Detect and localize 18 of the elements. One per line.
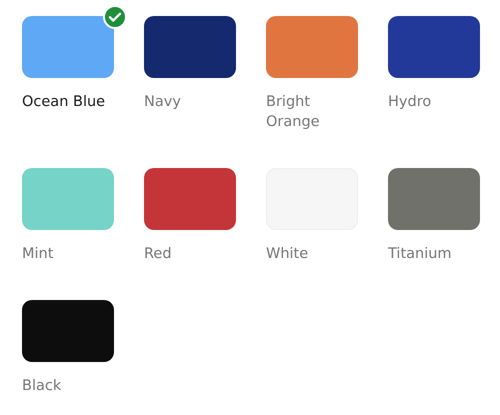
color-label: Black [22,377,62,396]
color-label: Titanium [388,245,453,264]
color-label: Ocean Blue [22,93,106,112]
color-label: Bright Orange [266,93,321,132]
color-swatch[interactable] [388,16,480,78]
color-label: Navy [144,93,182,112]
color-label: White [266,245,310,264]
color-swatch[interactable] [144,168,236,230]
color-swatch[interactable] [22,168,114,230]
color-label: Red [144,245,173,264]
color-label: Hydro [388,93,432,112]
color-swatch[interactable] [22,300,114,362]
color-swatch[interactable] [144,16,236,78]
color-swatch[interactable] [388,168,480,230]
color-swatch[interactable] [266,16,358,78]
color-label: Mint [22,245,54,264]
color-swatch[interactable] [22,16,114,78]
check-icon [103,5,127,29]
